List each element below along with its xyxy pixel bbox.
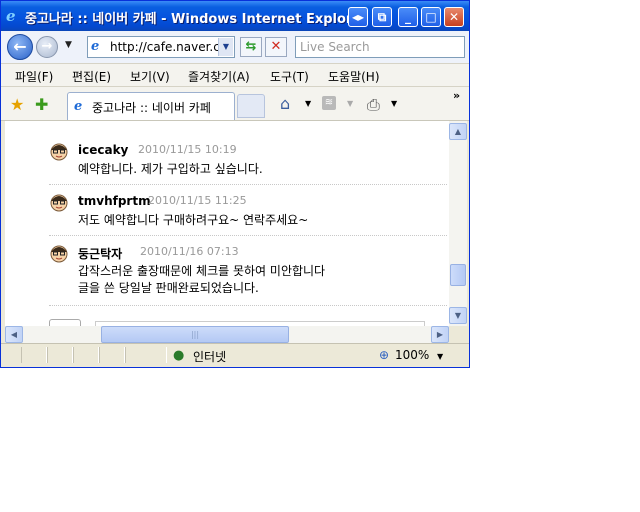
menu-bar: 파일(F) 편집(E) 보기(V) 즐겨찾기(A) 도구(T) 도움말(H): [1, 63, 469, 87]
window-title: 중고나라 :: 네이버 카페 - Windows Internet Explor…: [25, 12, 355, 27]
recent-pages-dropdown-icon[interactable]: ▼: [65, 40, 72, 50]
stop-button[interactable]: ✕: [265, 37, 287, 57]
status-bar: ● 인터넷 ⊕ 100% ▼: [1, 343, 469, 367]
back-button[interactable]: ←: [7, 34, 33, 60]
comment-line: 글을 쓴 당일날 판매완료되었습니다.: [78, 281, 259, 295]
search-input[interactable]: Live Search: [295, 36, 465, 58]
comment-text: 갑작스러운 출장때문에 체크를 못하여 미안합니다 글을 쓴 당일날 판매완료되…: [78, 263, 325, 297]
status-segment: [99, 347, 125, 363]
page-content: icecaky 2010/11/15 10:19 예약합니다. 제가 구입하고 …: [5, 121, 449, 326]
minimize-button[interactable]: _: [398, 7, 418, 27]
new-tab-button[interactable]: [237, 94, 265, 118]
comment-divider: [49, 184, 447, 185]
menu-edit[interactable]: 편집(E): [72, 68, 111, 85]
status-segment: [21, 347, 47, 363]
comment-line: 저도 예약합니다 구매하려구요~ 연락주세요~: [78, 213, 309, 227]
refresh-button[interactable]: ⇆: [240, 37, 262, 57]
user-avatar-icon: [50, 245, 68, 263]
security-zone[interactable]: 인터넷: [193, 348, 226, 365]
scroll-down-icon[interactable]: ▼: [449, 307, 467, 324]
url-input[interactable]: e http://cafe.naver.com/joonggonara ▼: [87, 36, 235, 58]
comment-author[interactable]: tmvhfprtm: [78, 194, 151, 208]
restore-size-button[interactable]: ◂▸: [348, 7, 368, 27]
menu-view[interactable]: 보기(V): [130, 68, 170, 85]
comment-author[interactable]: 둥근탁자: [78, 245, 122, 262]
status-segment: [73, 347, 99, 363]
comment-date: 2010/11/16 07:13: [140, 245, 239, 258]
address-bar: ← → ▼ e http://cafe.naver.com/joonggonar…: [1, 31, 469, 63]
menu-favorites[interactable]: 즐겨찾기(A): [188, 68, 250, 85]
comment-divider: [49, 305, 447, 306]
comment-divider: [49, 235, 447, 236]
page-icon: e: [91, 39, 100, 54]
title-bar[interactable]: e 중고나라 :: 네이버 카페 - Windows Internet Expl…: [1, 1, 469, 31]
comment-line: 갑작스러운 출장때문에 체크를 못하여 미안합니다: [78, 264, 326, 278]
user-avatar-icon: [50, 194, 68, 212]
status-segment: [47, 347, 73, 363]
print-icon[interactable]: ⎙: [367, 95, 380, 115]
print-dropdown-icon[interactable]: ▼: [391, 99, 397, 108]
comment-author[interactable]: icecaky: [78, 143, 128, 157]
vertical-scrollbar[interactable]: ▲ ▼: [449, 121, 467, 326]
comment-text: 예약합니다. 제가 구입하고 싶습니다.: [78, 161, 263, 178]
horizontal-scroll-thumb[interactable]: |||: [101, 326, 289, 343]
close-button[interactable]: ✕: [444, 7, 464, 27]
favorites-toolbar: ★ ✚ e 중고나라 :: 네이버 카페 ⌂ ▼ ≋ ▼ ⎙ ▼ »: [1, 87, 469, 121]
menu-help[interactable]: 도움말(H): [328, 68, 380, 85]
comment-date: 2010/11/15 11:25: [148, 194, 247, 207]
ie-logo-icon: e: [6, 7, 16, 25]
comment-date: 2010/11/15 10:19: [138, 143, 237, 156]
tab-cafe[interactable]: e 중고나라 :: 네이버 카페: [67, 92, 235, 120]
scroll-left-icon[interactable]: ◀: [5, 326, 23, 343]
forward-button[interactable]: →: [36, 36, 58, 58]
feeds-icon[interactable]: ≋: [322, 96, 336, 110]
browser-window: e 중고나라 :: 네이버 카페 - Windows Internet Expl…: [0, 0, 470, 368]
menu-tools[interactable]: 도구(T): [270, 68, 309, 85]
maximize-button[interactable]: □: [421, 7, 441, 27]
tab-page-icon: e: [74, 99, 83, 114]
menu-file[interactable]: 파일(F): [15, 68, 53, 85]
user-avatar-icon: [50, 143, 68, 161]
add-favorites-icon[interactable]: ✚: [35, 95, 48, 114]
tab-label: 중고나라 :: 네이버 카페: [92, 101, 211, 115]
zoom-dropdown-icon[interactable]: ▼: [437, 352, 443, 361]
favorites-star-icon[interactable]: ★: [10, 95, 24, 114]
zoom-level[interactable]: 100%: [395, 348, 429, 362]
home-dropdown-icon[interactable]: ▼: [305, 99, 311, 108]
scrollbar-corner: [449, 326, 467, 343]
comment-line: 예약합니다. 제가 구입하고 싶습니다.: [78, 162, 263, 176]
url-text[interactable]: http://cafe.naver.com/joonggonara: [110, 40, 218, 54]
reply-avatar: [49, 319, 81, 326]
more-tools-chevron-icon[interactable]: »: [453, 89, 460, 102]
feeds-dropdown-icon[interactable]: ▼: [347, 99, 353, 108]
comment-text: 저도 예약합니다 구매하려구요~ 연락주세요~: [78, 212, 308, 229]
url-dropdown-icon[interactable]: ▼: [218, 38, 233, 56]
zoom-magnifier-icon[interactable]: ⊕: [379, 348, 389, 362]
home-icon[interactable]: ⌂: [280, 94, 290, 113]
internet-globe-icon: ●: [173, 348, 185, 363]
scroll-up-icon[interactable]: ▲: [449, 123, 467, 140]
vertical-scroll-thumb[interactable]: [450, 264, 466, 286]
search-placeholder: Live Search: [300, 40, 370, 54]
horizontal-scrollbar[interactable]: ◀ ||| ▶: [5, 326, 449, 343]
status-segment: [125, 347, 167, 363]
scroll-right-icon[interactable]: ▶: [431, 326, 449, 343]
fullscreen-button[interactable]: ⧉: [372, 7, 392, 27]
